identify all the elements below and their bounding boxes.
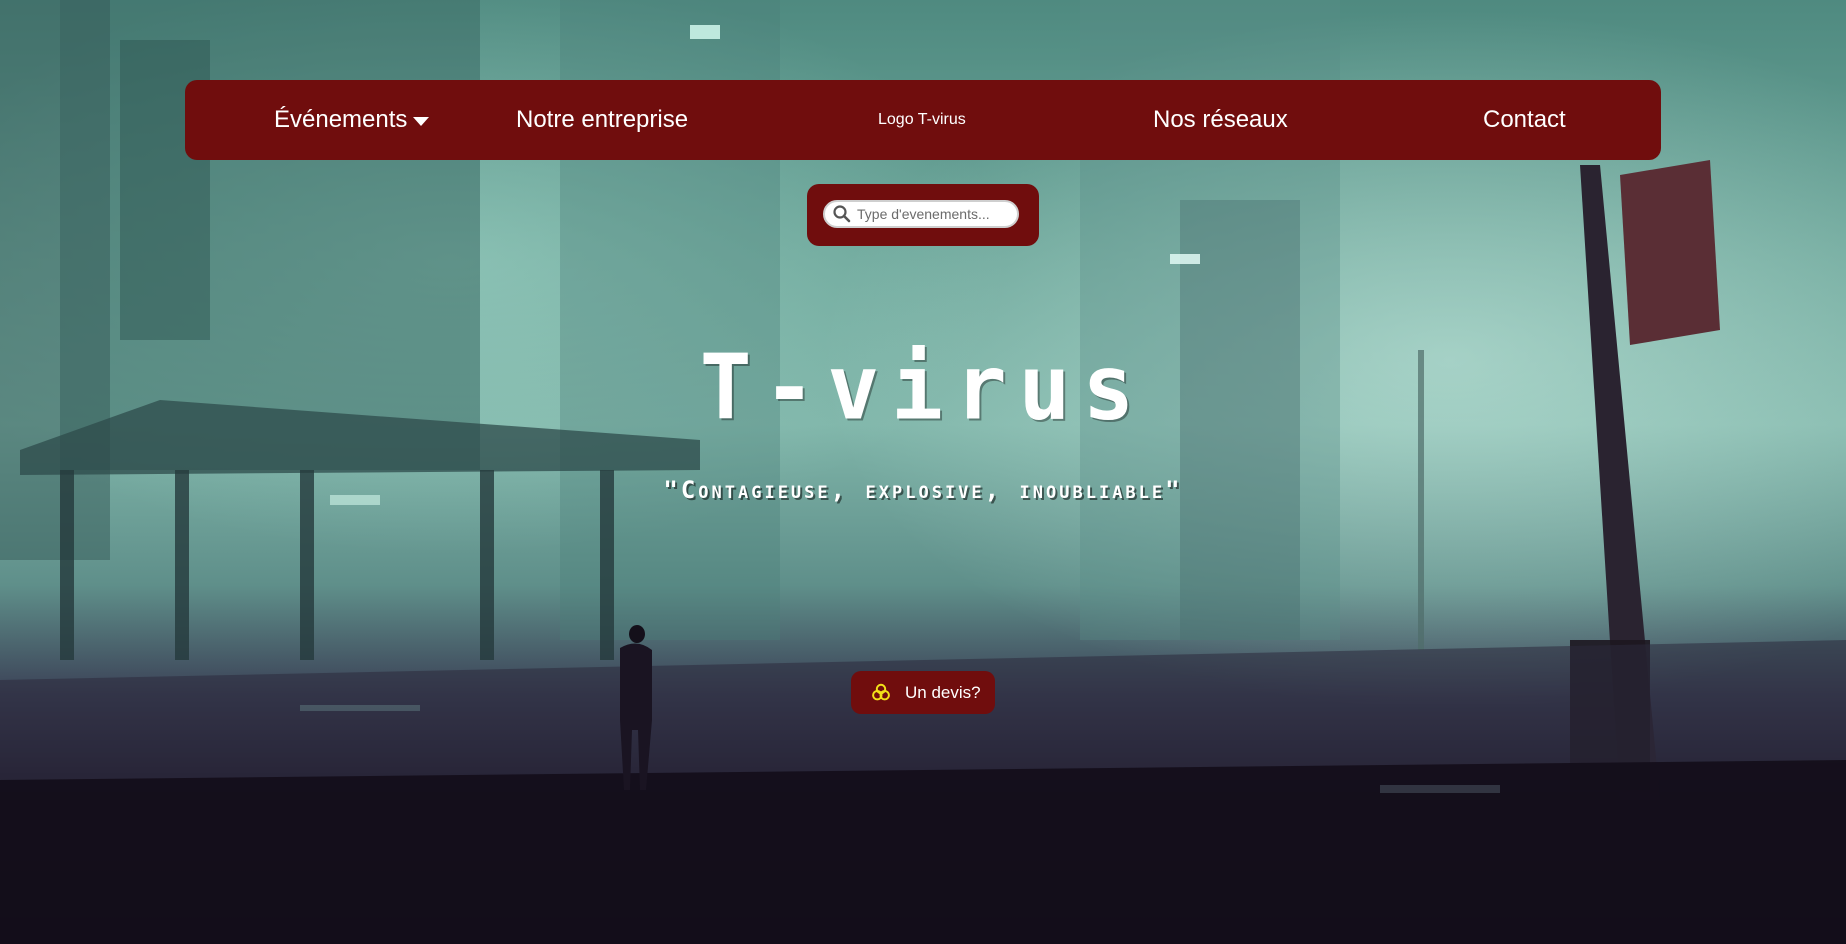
nav-events-label: Événements	[274, 106, 408, 133]
nav-social-link[interactable]: Nos réseaux	[1153, 80, 1288, 160]
nav-contact-link[interactable]: Contact	[1483, 80, 1566, 160]
nav-company-label: Notre entreprise	[516, 106, 689, 133]
nav-logo-label: Logo T-virus	[878, 111, 966, 128]
nav-events-dropdown[interactable]: Événements	[274, 80, 430, 160]
quote-button[interactable]: Un devis?	[851, 671, 995, 714]
hero-tagline: "Contagieuse, explosive, inoubliable"	[663, 476, 1183, 504]
quote-button-label: Un devis?	[905, 682, 981, 702]
nav-social-label: Nos réseaux	[1153, 106, 1288, 133]
caret-down-icon	[413, 116, 430, 126]
nav-company-link[interactable]: Notre entreprise	[516, 80, 688, 160]
search-icon	[833, 205, 851, 223]
search-panel	[807, 184, 1039, 246]
search-input[interactable]	[853, 206, 1007, 222]
biohazard-icon	[872, 683, 890, 702]
nav-contact-label: Contact	[1483, 106, 1566, 133]
search-field	[823, 200, 1019, 228]
nav-logo-link[interactable]: Logo T-virus	[878, 80, 966, 160]
main-navbar: Événements Notre entreprise Logo T-virus…	[185, 80, 1661, 160]
hero-title: T-virus	[699, 335, 1147, 441]
